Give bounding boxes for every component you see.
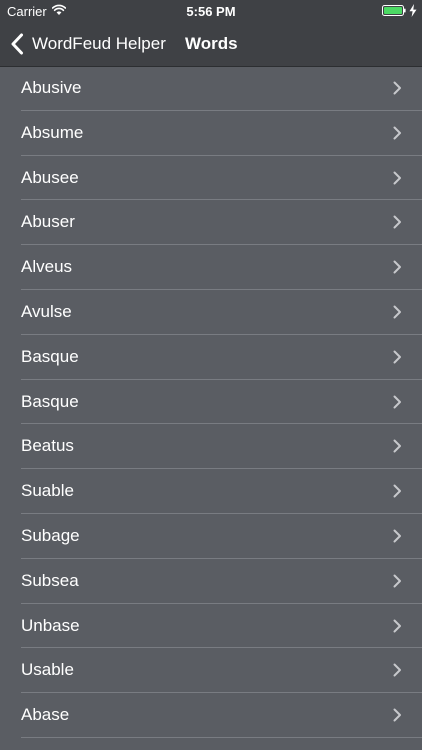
list-item[interactable]: Abusee — [0, 156, 422, 201]
list-item-label: Avulse — [21, 301, 72, 321]
status-bar: Carrier 5:56 PM — [0, 0, 422, 22]
list-item-label: Subsea — [21, 570, 79, 590]
list-item[interactable]: Beatus — [0, 424, 422, 469]
chevron-right-icon — [393, 350, 401, 364]
list-item[interactable]: Subage — [0, 514, 422, 559]
chevron-right-icon — [393, 395, 401, 409]
list-item-label: Abusee — [21, 167, 79, 187]
chevron-right-icon — [393, 484, 401, 498]
battery-icon — [382, 5, 406, 16]
chevron-right-icon — [393, 305, 401, 319]
charging-icon — [409, 4, 417, 17]
chevron-right-icon — [393, 126, 401, 140]
list-item-label: Subage — [21, 525, 80, 545]
back-button[interactable]: WordFeud Helper — [10, 22, 166, 66]
list-item[interactable]: Basque — [0, 335, 422, 380]
list-item-label: Absume — [21, 122, 84, 142]
list-item[interactable]: Alveus — [0, 245, 422, 290]
chevron-right-icon — [393, 439, 401, 453]
list-item[interactable]: Suable — [0, 469, 422, 514]
status-time: 5:56 PM — [186, 4, 236, 19]
list-item-label: Alveus — [21, 257, 73, 277]
top-bar: Carrier 5:56 PM WordFeud Helper Words — [0, 0, 422, 67]
list-item[interactable]: Basque — [0, 380, 422, 425]
list-item[interactable]: Avulse — [0, 290, 422, 335]
page-title: Words — [185, 34, 238, 53]
list-item-label: Basque — [21, 391, 79, 411]
list-item[interactable]: Usable — [0, 648, 422, 693]
chevron-right-icon — [393, 260, 401, 274]
chevron-right-icon — [393, 663, 401, 677]
list-item[interactable]: Abusive — [0, 66, 422, 111]
list-item-label: Beatus — [21, 436, 74, 456]
list-item[interactable]: Absume — [0, 111, 422, 156]
word-list: Abusive Absume Abusee Abuser Alveus Avul… — [0, 66, 422, 738]
list-item-label: Abusive — [21, 78, 82, 97]
list-item[interactable]: Unbase — [0, 604, 422, 649]
list-item-label: Unbase — [21, 615, 80, 635]
list-item-label: Usable — [21, 660, 74, 680]
back-button-label: WordFeud Helper — [32, 34, 166, 53]
list-item[interactable]: Subsea — [0, 559, 422, 604]
chevron-right-icon — [393, 708, 401, 722]
chevron-right-icon — [393, 574, 401, 588]
list-item-label: Abase — [21, 705, 70, 725]
navigation-bar: WordFeud Helper Words — [0, 22, 422, 66]
chevron-right-icon — [393, 171, 401, 185]
list-item[interactable]: Abuser — [0, 200, 422, 245]
list-item-label: Abuser — [21, 212, 75, 232]
list-item[interactable]: Abase — [0, 693, 422, 738]
chevron-right-icon — [393, 81, 401, 95]
chevron-right-icon — [393, 529, 401, 543]
chevron-left-icon — [11, 33, 23, 55]
chevron-right-icon — [393, 215, 401, 229]
list-item-label: Basque — [21, 346, 79, 366]
chevron-right-icon — [393, 619, 401, 633]
list-item-label: Suable — [21, 481, 74, 501]
